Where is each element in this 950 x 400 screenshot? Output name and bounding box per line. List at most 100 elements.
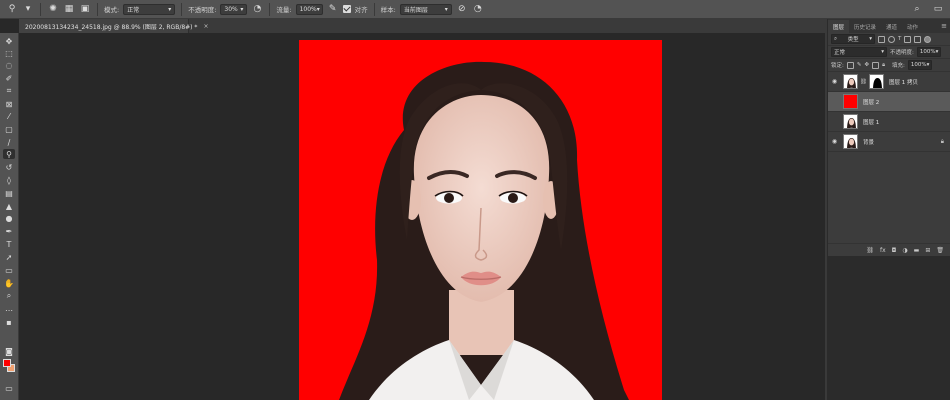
blend-row: 正常 ▾ 不透明度: 100% ▾ [828,46,950,59]
shape-filter-icon[interactable] [904,35,912,43]
quick-mask-icon[interactable]: ◙ [3,346,15,356]
type-tool-icon[interactable]: T [3,239,15,249]
brush-tool-icon[interactable]: ∕ [3,137,15,147]
airbrush-icon[interactable]: ✎ [327,3,339,15]
layer-thumbnail [843,94,858,109]
document-tab-bar: 20200813134234_24518.jpg @ 88.9% (图层 2, … [19,19,825,33]
layer-row[interactable]: ◉ ⛓︎ 图层 1 拷贝 [828,72,950,92]
layer-mask-thumbnail[interactable] [868,74,884,89]
workspace-icon[interactable]: ▭ [932,3,944,15]
delete-layer-icon[interactable]: 🗑︎ [936,247,944,254]
blend-mode-select[interactable]: 正常 ▾ [831,47,887,57]
pressure-opacity-icon[interactable]: ◔ [251,3,263,15]
layer-row[interactable]: 图层 1 [828,112,950,132]
zoom-tool-icon[interactable]: ⌕ [3,291,15,301]
clone-source-icon[interactable]: ▣ [79,3,91,15]
healing-brush-tool-icon[interactable]: ▢ [3,124,15,134]
visibility-eye-icon[interactable]: ◉ [828,78,841,85]
layer-filter-select[interactable]: ⌕ 类型 ▾ [831,34,875,44]
frame-tool-icon[interactable]: ⊠ [3,99,15,109]
pen-tool-icon[interactable]: ✒ [3,226,15,236]
lock-transparent-icon[interactable] [846,61,854,69]
gradient-tool-icon[interactable]: ▤ [3,188,15,198]
visibility-eye-icon[interactable]: ◉ [828,138,841,145]
canvas-area[interactable] [19,33,825,400]
empty-panel-area [827,256,950,400]
lock-icon[interactable]: 🔒︎ [941,138,944,146]
brush-preset-icon[interactable]: ✺ [47,3,59,15]
lock-artboard-icon[interactable] [872,61,880,69]
new-group-icon[interactable]: ▬ [914,247,920,254]
layer-row[interactable]: ◉ 背景 🔒︎ [828,132,950,152]
mode-select[interactable]: 正常 ▾ [123,3,176,15]
filter-toggle-icon[interactable] [924,35,932,43]
blur-tool-icon[interactable]: ▲ [3,201,15,211]
fx-icon[interactable]: fx [880,247,886,254]
tab-actions[interactable]: 动作 [902,20,923,33]
tools-panel: ✥ ⬚ ◌ ✐ ⌗ ⊠ ⁄ ▢ ∕ ⚲ ↺ ◊ ▤ ▲ ● ✒ T ➚ ▭ ✋ … [0,33,19,400]
tab-history[interactable]: 历史记录 [849,20,881,33]
layer-thumbnail [843,114,858,129]
divider [40,2,41,16]
document-canvas[interactable] [299,40,662,400]
link-layers-icon[interactable]: ⛓︎ [866,247,874,254]
dodge-tool-icon[interactable]: ● [3,213,15,223]
ignore-adjustment-icon[interactable]: ⊘ [456,3,468,15]
layer-filter-value: 类型 [847,37,859,43]
tab-layers[interactable]: 图层 [828,20,850,33]
foreground-color-swatch[interactable] [3,359,11,367]
rectangle-tool-icon[interactable]: ▭ [3,265,15,275]
screen-mode-icon[interactable]: ▭ [3,383,15,393]
crop-tool-icon[interactable]: ⌗ [3,86,15,96]
brush-settings-icon[interactable]: ▦ [63,3,75,15]
layer-thumbnail [843,134,858,149]
new-layer-icon[interactable]: ⊞ [925,247,930,254]
path-selection-tool-icon[interactable]: ➚ [3,252,15,262]
tab-channels[interactable]: 通道 [881,20,902,33]
eraser-tool-icon[interactable]: ◊ [3,175,15,185]
chevron-down-icon: ▾ [444,5,448,13]
default-colors-icon[interactable]: ▪ [3,317,15,327]
sample-select[interactable]: 当前图层 ▾ [399,3,452,15]
clone-stamp-tool-icon[interactable]: ⚲ [3,149,15,159]
lock-pixels-icon[interactable]: ✎ [857,62,862,68]
layer-row[interactable]: 图层 2 [828,92,950,112]
lasso-tool-icon[interactable]: ◌ [3,60,15,70]
layer-name: 背景 [863,139,875,146]
quick-select-tool-icon[interactable]: ✐ [3,73,15,83]
adjustment-filter-icon[interactable] [888,35,895,43]
layer-opacity-field[interactable]: 100% ▾ [916,47,941,57]
opacity-value: 30% [224,5,238,13]
document-tab[interactable]: 20200813134234_24518.jpg @ 88.9% (图层 2, … [19,19,208,33]
search-icon[interactable]: ⌕ [911,3,923,15]
lock-all-icon[interactable]: 🔒︎ [882,62,885,69]
eyedropper-tool-icon[interactable]: ⁄ [3,111,15,121]
move-tool-icon[interactable]: ✥ [3,36,15,46]
opacity-field[interactable]: 30% ▾ [220,3,248,15]
chevron-down-icon: ▾ [316,5,320,13]
pixel-filter-icon[interactable] [878,35,885,43]
flow-field[interactable]: 100% ▾ [295,3,323,15]
add-mask-icon[interactable]: ◘ [892,247,897,254]
pressure-size-icon[interactable]: ◔ [472,3,484,15]
smart-filter-icon[interactable] [914,35,922,43]
flow-value: 100% [299,5,317,13]
marquee-tool-icon[interactable]: ⬚ [3,48,15,58]
lock-label: 锁定: [831,63,844,69]
aligned-checkbox[interactable] [342,5,351,13]
divider [181,2,183,16]
hand-tool-icon[interactable]: ✋ [3,278,15,288]
layer-thumbnail [843,74,858,89]
adjustment-layer-icon[interactable]: ◑ [902,247,907,254]
fill-field[interactable]: 100% ▾ [907,60,932,70]
close-icon[interactable]: × [203,23,208,30]
more-tools-icon[interactable]: ⋯ [3,305,15,315]
type-filter-icon[interactable]: T [898,36,901,42]
lock-position-icon[interactable]: ✥ [864,62,869,68]
lock-row: 锁定: ✎ ✥ 🔒︎ 填充: 100% ▾ [828,59,950,72]
panel-menu-icon[interactable]: ≡ [941,22,947,30]
chain-link-icon[interactable]: ⛓︎ [860,79,867,85]
clone-stamp-tool-icon[interactable]: ⚲ [6,3,18,15]
history-brush-tool-icon[interactable]: ↺ [3,162,15,172]
dropdown-arrow-icon[interactable]: ▾ [22,3,34,15]
